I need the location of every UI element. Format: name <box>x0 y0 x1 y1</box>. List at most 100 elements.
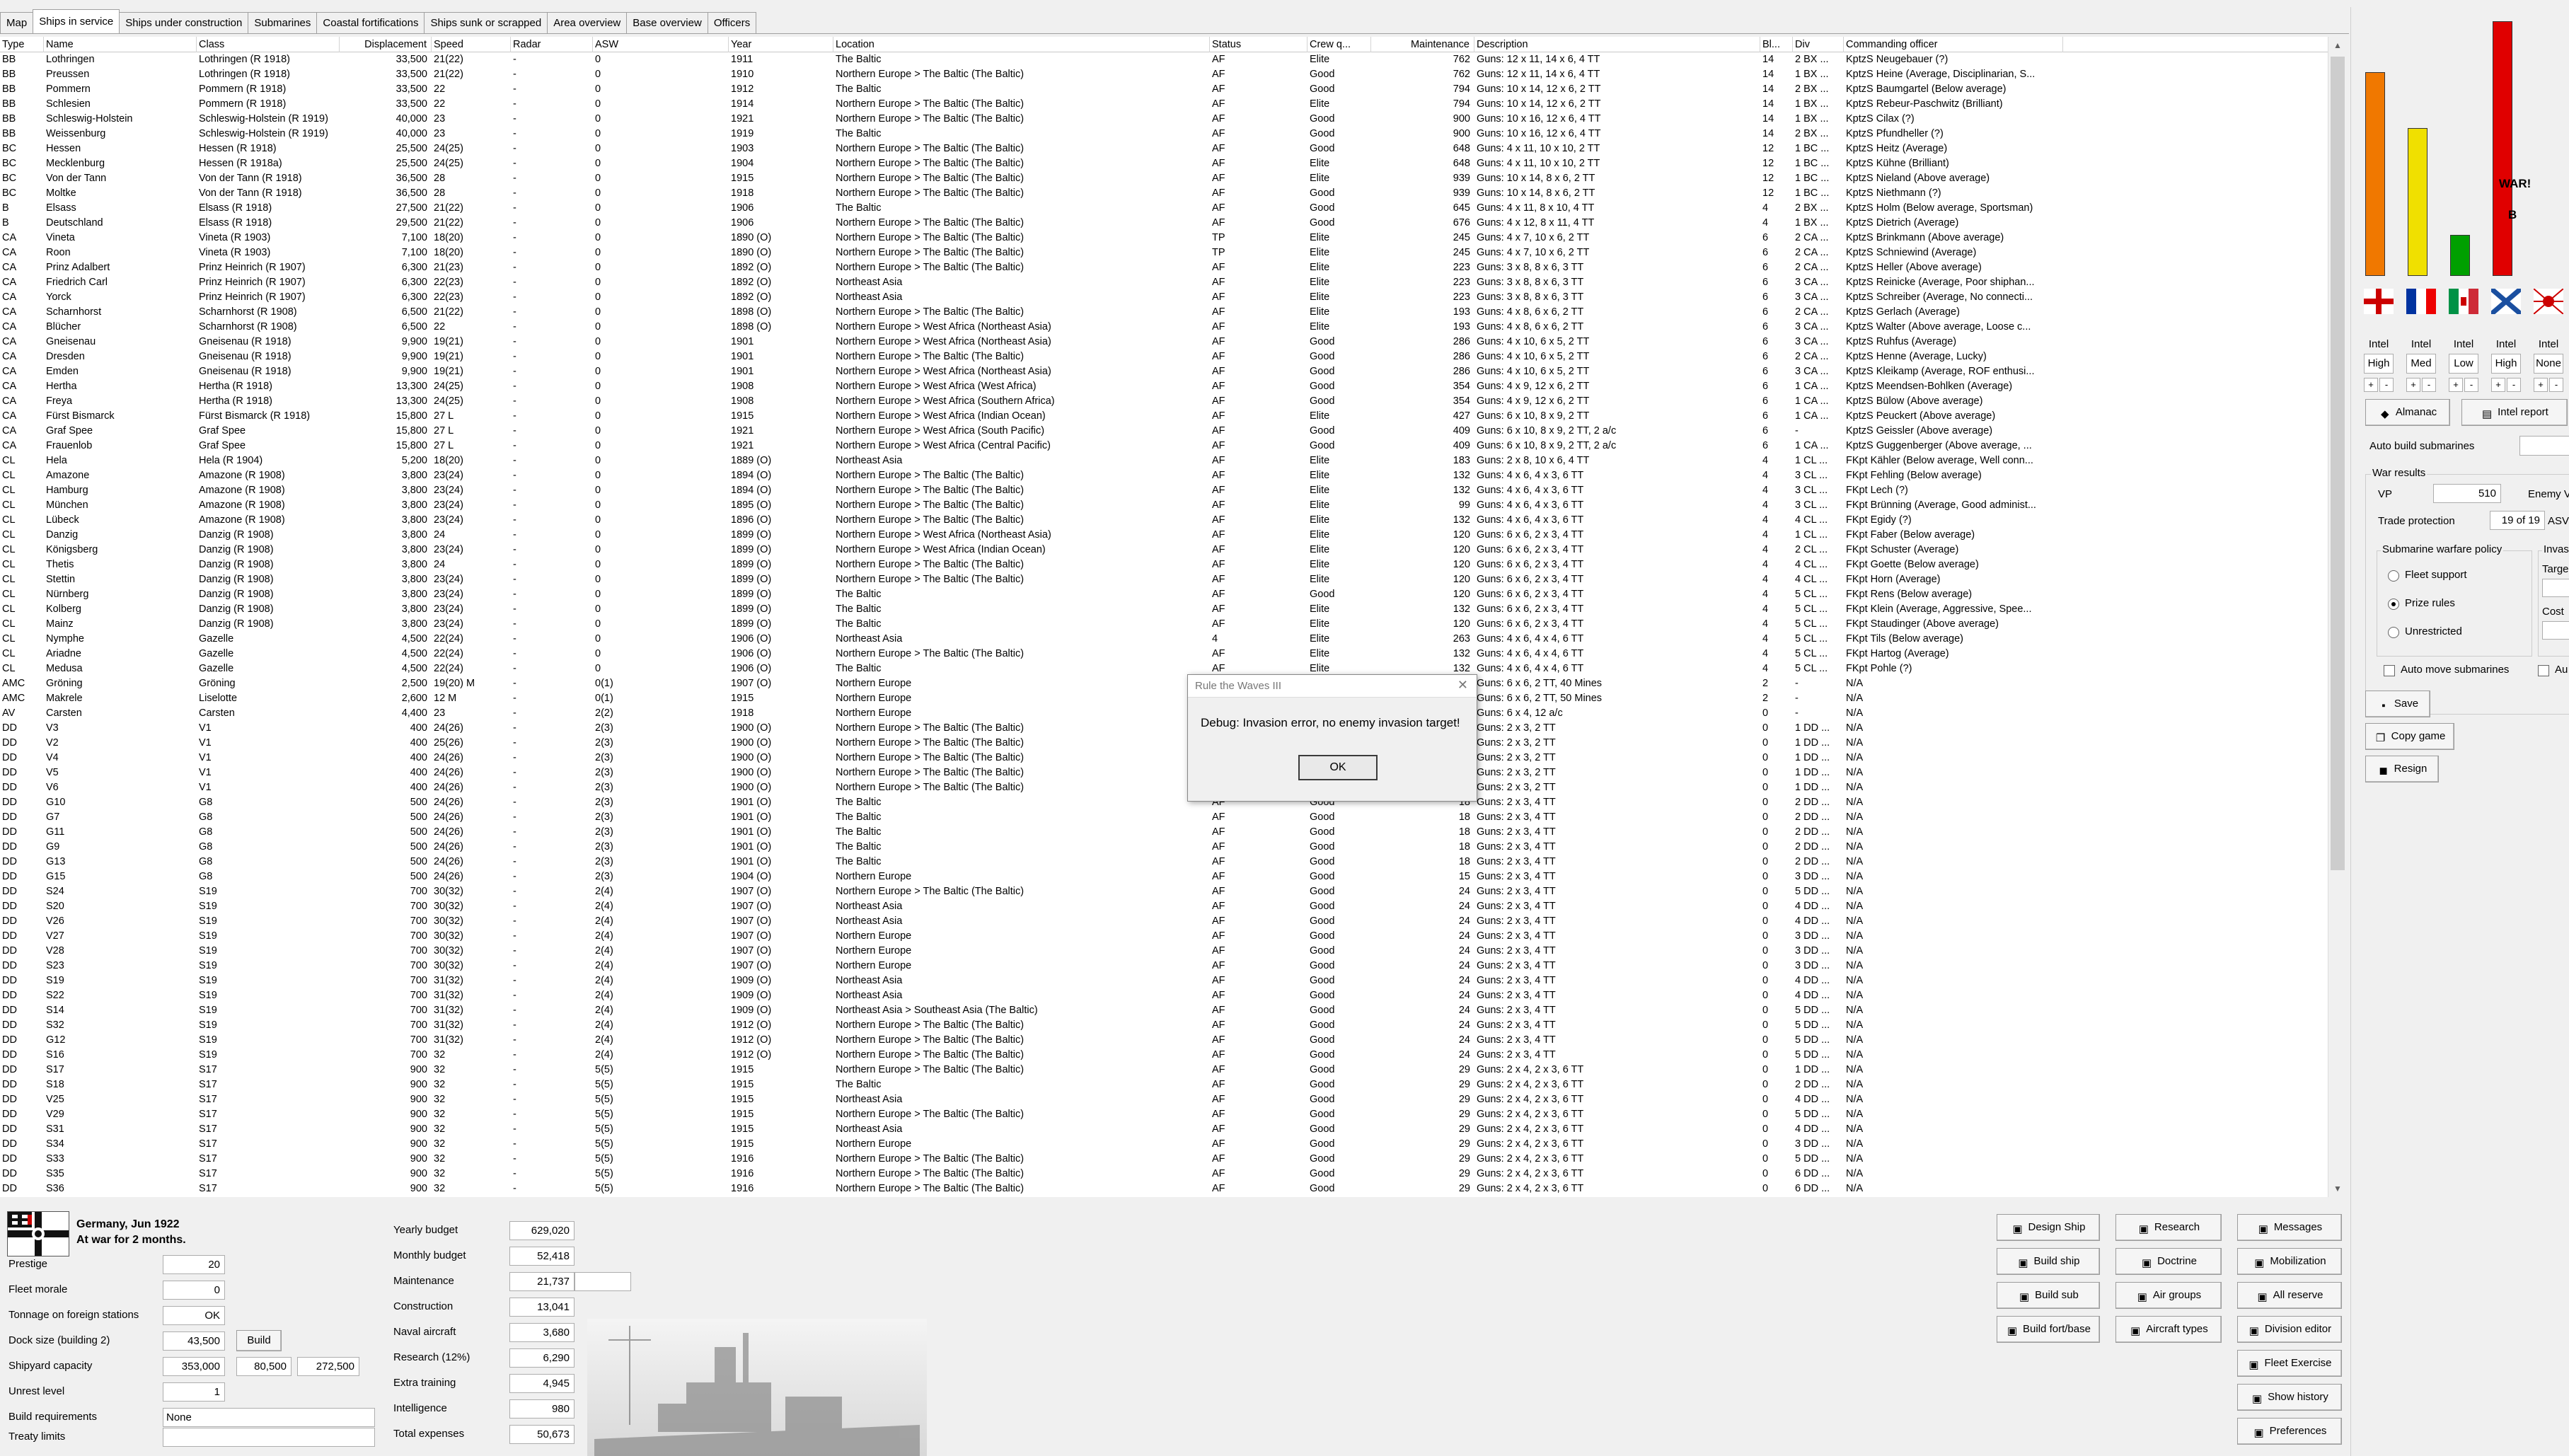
table-row[interactable]: CL München Amazone (R 1908) 3,800 23(24) - 0 18… <box>0 498 2328 513</box>
tab-coastal-fortifications[interactable]: Coastal fortifications <box>316 12 425 33</box>
table-row[interactable]: DD S18 S17 900 32 - 5(5) 1915 The Baltic AF Good 29… <box>0 1077 2328 1092</box>
tab-ships-sunk-or-scrapped[interactable]: Ships sunk or scrapped <box>424 12 548 33</box>
column-header-name[interactable]: Name <box>44 37 197 52</box>
table-row[interactable]: CA Freya Hertha (R 1918) 13,300 24(25) - 0 1908… <box>0 394 2328 409</box>
tab-ships-in-service[interactable]: Ships in service <box>33 9 120 33</box>
table-row[interactable]: DD S22 S19 700 31(32) - 2(4) 1909 (O) Northeast … <box>0 988 2328 1003</box>
tab-officers[interactable]: Officers <box>707 12 757 33</box>
intel-level[interactable]: Med <box>2406 354 2436 374</box>
column-header-radar[interactable]: Radar <box>511 37 593 52</box>
table-row[interactable]: CA Friedrich Carl Prinz Heinrich (R 1907) 6… <box>0 275 2328 290</box>
table-row[interactable]: DD V3 V1 400 24(26) - 2(3) 1900 (O) Northern Eur… <box>0 721 2328 736</box>
table-row[interactable]: CA Vineta Vineta (R 1903) 7,100 18(20) - 0 1890… <box>0 231 2328 245</box>
table-row[interactable]: DD S34 S17 900 32 - 5(5) 1915 Northern Europe AF G… <box>0 1137 2328 1152</box>
column-header-year[interactable]: Year <box>729 37 833 52</box>
intel-decrease-icon[interactable]: - <box>2549 378 2563 392</box>
table-row[interactable]: BC Mecklenburg Hessen (R 1918a) 25,500 24(25… <box>0 156 2328 171</box>
table-row[interactable]: CL Königsberg Danzig (R 1908) 3,800 23(24) - 0… <box>0 543 2328 557</box>
table-row[interactable]: DD V29 S17 900 32 - 5(5) 1915 Northern Europe > … <box>0 1107 2328 1122</box>
table-row[interactable]: CA Roon Vineta (R 1903) 7,100 18(20) - 0 1890 (… <box>0 245 2328 260</box>
table-row[interactable]: CL Medusa Gazelle 4,500 22(24) - 0 1906 (O) The … <box>0 661 2328 676</box>
intel-increase-icon[interactable]: + <box>2406 378 2420 392</box>
table-row[interactable]: DD V28 S19 700 30(32) - 2(4) 1907 (O) Northern E… <box>0 944 2328 959</box>
uk-flag-icon[interactable] <box>2364 289 2394 314</box>
table-row[interactable]: BC Moltke Von der Tann (R 1918) 36,500 28 - 0 1… <box>0 186 2328 201</box>
table-row[interactable]: CA Yorck Prinz Heinrich (R 1907) 6,300 22(23… <box>0 290 2328 305</box>
table-row[interactable]: DD V5 V1 400 24(26) - 2(3) 1900 (O) Northern Eur… <box>0 765 2328 780</box>
intel-level[interactable]: High <box>2491 354 2521 374</box>
table-row[interactable]: CA Graf Spee Graf Spee 15,800 27 L - 0 1921 Nort… <box>0 424 2328 439</box>
table-row[interactable]: CL Hela Hela (R 1904) 5,200 18(20) - 0 1889 (O)… <box>0 453 2328 468</box>
column-header-location[interactable]: Location <box>833 37 1210 52</box>
tab-base-overview[interactable]: Base overview <box>626 12 708 33</box>
messages-button[interactable]: ▣ Messages <box>2237 1214 2342 1241</box>
table-row[interactable]: BB Schlesien Pommern (R 1918) 33,500 22 - 0 191… <box>0 97 2328 112</box>
table-row[interactable]: DD G13 G8 500 24(26) - 2(3) 1901 (O) The Baltic A… <box>0 855 2328 869</box>
intel-increase-icon[interactable]: + <box>2534 378 2548 392</box>
close-icon[interactable]: ✕ <box>1457 678 1468 693</box>
intel-level[interactable]: High <box>2364 354 2394 374</box>
table-row[interactable]: AV Carsten Carsten 4,400 23 - 2(2) 1918 Northern… <box>0 706 2328 721</box>
table-row[interactable]: CL Mainz Danzig (R 1908) 3,800 23(24) - 0 1899 … <box>0 617 2328 632</box>
tab-area-overview[interactable]: Area overview <box>547 12 628 33</box>
show-history-button[interactable]: ▣ Show history <box>2237 1384 2342 1411</box>
table-row[interactable]: CA Dresden Gneisenau (R 1918) 9,900 19(21) - 0… <box>0 349 2328 364</box>
table-row[interactable]: B Deutschland Elsass (R 1918) 29,500 21(22) -… <box>0 216 2328 231</box>
table-row[interactable]: DD V26 S19 700 30(32) - 2(4) 1907 (O) Northeast … <box>0 914 2328 929</box>
save-button[interactable]: ▪ Save <box>2365 691 2430 717</box>
table-row[interactable]: DD S32 S19 700 31(32) - 2(4) 1912 (O) Northern E… <box>0 1018 2328 1033</box>
column-header-status[interactable]: Status <box>1210 37 1307 52</box>
resign-button[interactable]: ◼ Resign <box>2365 756 2439 782</box>
table-row[interactable]: DD S24 S19 700 30(32) - 2(4) 1907 (O) Northern E… <box>0 884 2328 899</box>
table-row[interactable]: BC Von der Tann Von der Tann (R 1918) 36,50… <box>0 171 2328 186</box>
table-row[interactable]: DD G7 G8 500 24(26) - 2(3) 1901 (O) The Baltic AF… <box>0 810 2328 825</box>
table-row[interactable]: DD S19 S19 700 31(32) - 2(4) 1909 (O) Northeast … <box>0 973 2328 988</box>
intel-level[interactable]: Low <box>2449 354 2478 374</box>
ok-button[interactable]: OK <box>1298 755 1378 780</box>
intel-report-button[interactable]: ▤ Intel report <box>2461 399 2568 426</box>
table-row[interactable]: CA Fürst Bismarck Fürst Bismarck (R 1918) 1… <box>0 409 2328 424</box>
table-row[interactable]: DD G9 G8 500 24(26) - 2(3) 1901 (O) The Baltic AF… <box>0 840 2328 855</box>
table-row[interactable]: DD S16 S19 700 32 - 2(4) 1912 (O) Northern Europ… <box>0 1048 2328 1063</box>
fleet-exercise-button[interactable]: ▣ Fleet Exercise <box>2237 1350 2342 1377</box>
design-ship-button[interactable]: ▣ Design Ship <box>1997 1214 2100 1241</box>
table-row[interactable]: CL Hamburg Amazone (R 1908) 3,800 23(24) - 0 18… <box>0 483 2328 498</box>
table-row[interactable]: B Elsass Elsass (R 1918) 27,500 21(22) - 0 1906… <box>0 201 2328 216</box>
table-row[interactable]: CA Frauenlob Graf Spee 15,800 27 L - 0 1921 Nort… <box>0 439 2328 453</box>
column-header-div[interactable]: Div <box>1793 37 1844 52</box>
all-reserve-button[interactable]: ▣ All reserve <box>2237 1282 2342 1309</box>
auto-move-subs-checkbox[interactable] <box>2384 665 2395 676</box>
table-row[interactable]: CL Kolberg Danzig (R 1908) 3,800 23(24) - 0 189… <box>0 602 2328 617</box>
tab-submarines[interactable]: Submarines <box>248 12 318 33</box>
table-row[interactable]: BB Weissenburg Schleswig-Holstein (R 1919)… <box>0 127 2328 141</box>
mobilization-button[interactable]: ▣ Mobilization <box>2237 1248 2342 1275</box>
table-row[interactable]: DD S31 S17 900 32 - 5(5) 1915 Northeast Asia AF Go… <box>0 1122 2328 1137</box>
intel-increase-icon[interactable]: + <box>2449 378 2463 392</box>
column-header-type[interactable]: Type <box>0 37 44 52</box>
intel-decrease-icon[interactable]: - <box>2379 378 2394 392</box>
table-row[interactable]: CA Hertha Hertha (R 1918) 13,300 24(25) - 0 190… <box>0 379 2328 394</box>
russia-flag-icon[interactable] <box>2489 287 2523 316</box>
fleet-support-radio[interactable] <box>2388 570 2399 582</box>
france-flag-icon[interactable] <box>2406 289 2436 314</box>
intel-increase-icon[interactable]: + <box>2491 378 2505 392</box>
auto-checkbox[interactable] <box>2538 665 2549 676</box>
intel-level[interactable]: None <box>2534 354 2563 374</box>
intel-increase-icon[interactable]: + <box>2364 378 2378 392</box>
build-dock-button[interactable]: Build <box>236 1330 282 1351</box>
research-button[interactable]: ▣ Research <box>2115 1214 2222 1241</box>
table-row[interactable]: DD S35 S17 900 32 - 5(5) 1916 Northern Europe > … <box>0 1167 2328 1181</box>
table-row[interactable]: CL Thetis Danzig (R 1908) 3,800 24 - 0 1899 (O)… <box>0 557 2328 572</box>
table-row[interactable]: AMC Gröning Gröning 2,500 19(20) M - 0(1) 1907 … <box>0 676 2328 691</box>
tab-map[interactable]: Map <box>0 12 34 33</box>
table-row[interactable]: CL Nürnberg Danzig (R 1908) 3,800 23(24) - 0 18… <box>0 587 2328 602</box>
scrollbar-thumb[interactable] <box>2331 57 2345 870</box>
table-row[interactable]: CA Gneisenau Gneisenau (R 1918) 9,900 19(21)… <box>0 335 2328 349</box>
tab-ships-under-construction[interactable]: Ships under construction <box>119 12 249 33</box>
table-row[interactable]: CA Blücher Scharnhorst (R 1908) 6,500 22 - 0 18… <box>0 320 2328 335</box>
scroll-down-icon[interactable]: ▼ <box>2328 1180 2347 1197</box>
table-row[interactable]: DD V6 V1 400 24(26) - 2(3) 1900 (O) Northern Eur… <box>0 780 2328 795</box>
intel-decrease-icon[interactable]: - <box>2507 378 2521 392</box>
preferences-button[interactable]: ▣ Preferences <box>2237 1418 2342 1445</box>
table-row[interactable]: DD G11 G8 500 24(26) - 2(3) 1901 (O) The Baltic A… <box>0 825 2328 840</box>
